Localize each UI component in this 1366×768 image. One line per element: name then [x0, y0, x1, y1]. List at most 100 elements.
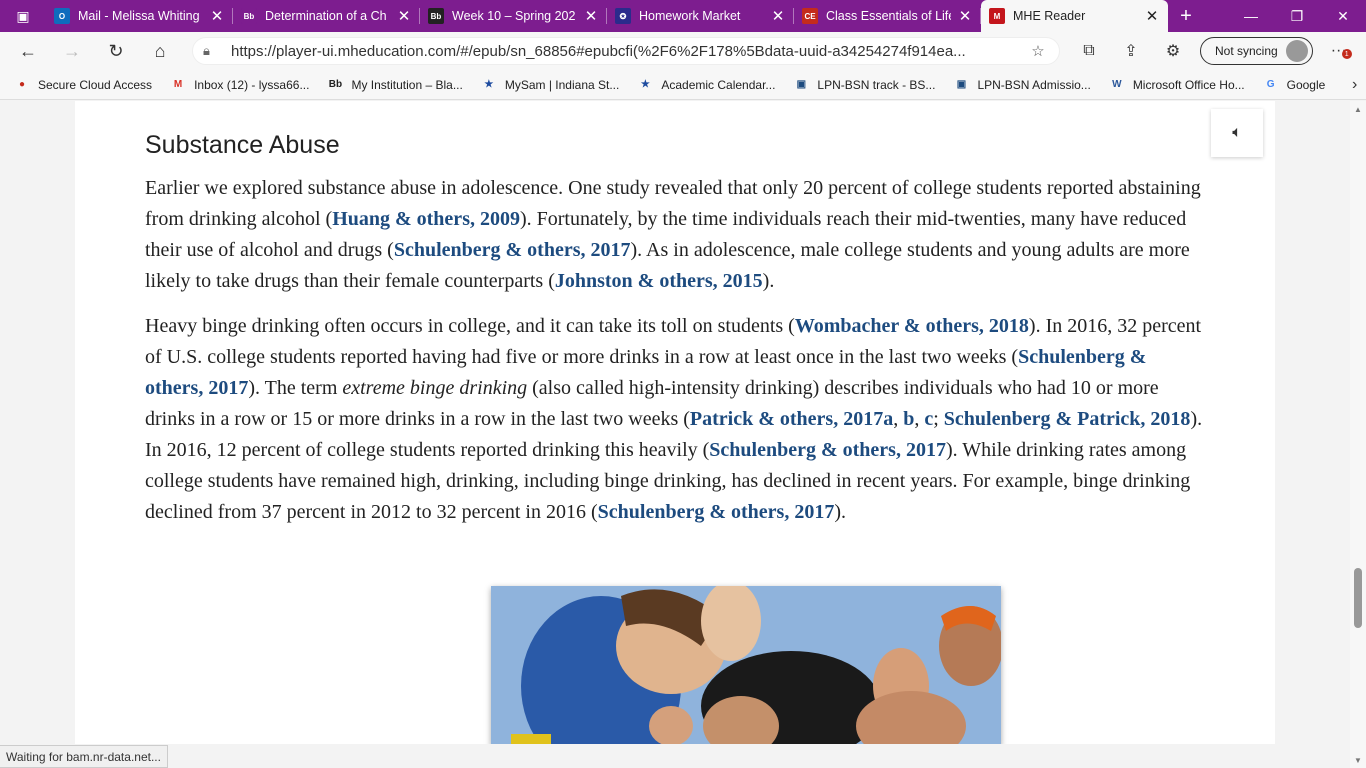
bookmark-item[interactable]: ★ Academic Calendar...: [637, 77, 776, 93]
citation-link[interactable]: b: [903, 408, 914, 430]
restore-icon[interactable]: ❐: [1274, 0, 1320, 32]
bookmark-list: ● Secure Cloud Access M Inbox (12) - lyssa6…: [14, 77, 1343, 93]
outlook-icon: O: [54, 8, 70, 24]
bookmark-label: Secure Cloud Access: [38, 77, 153, 92]
share-icon[interactable]: ⇪: [1110, 32, 1152, 70]
tab-title: Class Essentials of Life: [826, 9, 951, 23]
bookmark-label: Academic Calendar...: [661, 77, 776, 92]
paragraph-text: ).: [762, 270, 775, 292]
citation-link[interactable]: Huang & others, 2009: [332, 208, 520, 230]
extensions-icon[interactable]: ⚙: [1152, 32, 1194, 70]
tab-4[interactable]: ✪ Homework Market ✕: [607, 0, 794, 32]
scroll-down-icon[interactable]: ▼: [1350, 752, 1366, 768]
tab-3[interactable]: Bb Week 10 – Spring 202 ✕: [420, 0, 607, 32]
window-controls: — ❐ ✕: [1228, 0, 1366, 32]
close-icon[interactable]: ✕: [396, 7, 412, 25]
paragraph-text: ;: [933, 408, 944, 430]
bookmark-item[interactable]: ▣ LPN-BSN Admissio...: [953, 77, 1091, 93]
bookmark-item[interactable]: W Microsoft Office Ho...: [1109, 77, 1245, 93]
speaker-icon[interactable]: 🔈︎: [1211, 109, 1263, 157]
tab-title: Week 10 – Spring 202: [452, 9, 576, 23]
bookmark-label: Inbox (12) - lyssa66...: [194, 77, 310, 92]
calendar-icon: ★: [640, 79, 650, 90]
bookmark-label: Microsoft Office Ho...: [1132, 77, 1245, 92]
bookmark-item[interactable]: Bb My Institution – Bla...: [327, 77, 463, 93]
bookmark-label: My Institution – Bla...: [351, 77, 463, 92]
citation-link[interactable]: Schulenberg & others, 2017: [598, 501, 835, 523]
word-icon: W: [1112, 79, 1122, 90]
lpn-icon: ▣: [796, 79, 807, 90]
close-icon[interactable]: ✕: [583, 7, 599, 25]
reader-viewport: Substance Abuse Earlier we explored subs…: [0, 101, 1350, 744]
close-icon[interactable]: ✕: [1144, 7, 1160, 25]
bookmark-item[interactable]: G Google: [1263, 77, 1326, 93]
bookmarks-bar: ● Secure Cloud Access M Inbox (12) - lyssa6…: [0, 70, 1366, 100]
status-bar: Waiting for bam.nr-data.net...: [0, 745, 168, 768]
sync-status-label: Not syncing: [1215, 44, 1278, 58]
collections-icon[interactable]: ⧉: [1068, 32, 1110, 70]
back-arrow-icon[interactable]: ←: [6, 32, 50, 70]
mysam-icon: ★: [484, 79, 494, 90]
paragraph-2: Heavy binge drinking often occurs in col…: [145, 311, 1209, 528]
tab-2[interactable]: Bb Determination of a Ch ✕: [233, 0, 420, 32]
tab-actions-icon[interactable]: ▣: [0, 0, 46, 32]
new-tab-icon[interactable]: +: [1168, 0, 1204, 32]
bookmark-item[interactable]: M Inbox (12) - lyssa66...: [170, 77, 310, 93]
tab-6[interactable]: M MHE Reader ✕: [981, 0, 1168, 32]
close-window-icon[interactable]: ✕: [1320, 0, 1366, 32]
bookmark-label: LPN-BSN Admissio...: [977, 77, 1091, 92]
citation-link[interactable]: Schulenberg & Patrick, 2018: [944, 408, 1191, 430]
more-menu-icon[interactable]: ··· 1: [1319, 32, 1359, 70]
blackboard-icon: Bb: [428, 8, 444, 24]
bookmark-item[interactable]: ▣ LPN-BSN track - BS...: [793, 77, 936, 93]
citation-link[interactable]: Johnston & others, 2015: [555, 270, 763, 292]
tab-bar: ▣ O Mail - Melissa Whiting ✕ Bb Determinatio…: [0, 0, 1366, 32]
refresh-icon[interactable]: ↻: [94, 32, 138, 70]
bookmark-item[interactable]: ★ MySam | Indiana St...: [481, 77, 619, 93]
blackboard-icon: Bb: [328, 79, 343, 90]
tab-title: Homework Market: [639, 9, 741, 23]
bookmark-label: Google: [1286, 77, 1326, 92]
close-icon[interactable]: ✕: [770, 7, 786, 25]
minimize-icon[interactable]: —: [1228, 0, 1274, 32]
forward-arrow-icon[interactable]: →: [50, 32, 94, 70]
google-icon: G: [1266, 79, 1275, 90]
scrollbar-thumb[interactable]: [1354, 568, 1362, 628]
close-icon[interactable]: ✕: [957, 7, 973, 25]
close-icon[interactable]: ✕: [209, 7, 225, 25]
college-students-photo: [491, 586, 1001, 744]
address-bar: ← → ↻ ⌂ 🔒︎ https://player-ui.mheducation…: [0, 32, 1366, 70]
paragraph-text: ).: [834, 501, 846, 523]
paragraph-text: ). The term: [248, 377, 343, 399]
tab-1[interactable]: O Mail - Melissa Whiting ✕: [46, 0, 233, 32]
url-text[interactable]: https://player-ui.mheducation.com/#/epub…: [231, 43, 1027, 60]
bookmark-item[interactable]: ● Secure Cloud Access: [14, 77, 152, 93]
citation-link[interactable]: Schulenberg & others, 2017: [394, 239, 631, 261]
citation-link[interactable]: Schulenberg & others, 2017: [709, 439, 946, 461]
gmail-icon: M: [173, 79, 183, 90]
citation-link[interactable]: Wombacher & others, 2018: [795, 315, 1029, 337]
chevron-right-icon[interactable]: ›: [1343, 76, 1366, 94]
add-favorite-icon[interactable]: ☆: [1027, 42, 1049, 60]
profile-button[interactable]: Not syncing: [1200, 37, 1313, 65]
home-icon[interactable]: ⌂: [138, 32, 182, 70]
url-field[interactable]: 🔒︎ https://player-ui.mheducation.com/#/e…: [192, 37, 1060, 65]
vertical-scrollbar[interactable]: ▲ ▼: [1350, 101, 1366, 768]
secure-cloud-icon: ●: [18, 79, 26, 90]
avatar: [1285, 40, 1308, 62]
scroll-up-icon[interactable]: ▲: [1350, 101, 1366, 117]
emphasized-term: extreme binge drinking: [342, 377, 528, 399]
citation-link[interactable]: c: [924, 408, 933, 430]
mhe-icon: M: [989, 8, 1005, 24]
class-essentials-icon: CE: [802, 8, 818, 24]
blackboard-icon: Bb: [241, 8, 257, 24]
tab-list: O Mail - Melissa Whiting ✕ Bb Determination …: [46, 0, 1168, 32]
tab-5[interactable]: CE Class Essentials of Life ✕: [794, 0, 981, 32]
paragraph-text: ,: [914, 408, 925, 430]
paragraph-1: Earlier we explored substance abuse in a…: [145, 173, 1209, 297]
tab-title: MHE Reader: [1013, 9, 1086, 23]
section-heading: Substance Abuse: [145, 131, 340, 159]
bookmark-label: LPN-BSN track - BS...: [817, 77, 936, 92]
citation-link[interactable]: Patrick & others, 2017a: [690, 408, 893, 430]
lock-icon[interactable]: 🔒︎: [203, 43, 223, 59]
